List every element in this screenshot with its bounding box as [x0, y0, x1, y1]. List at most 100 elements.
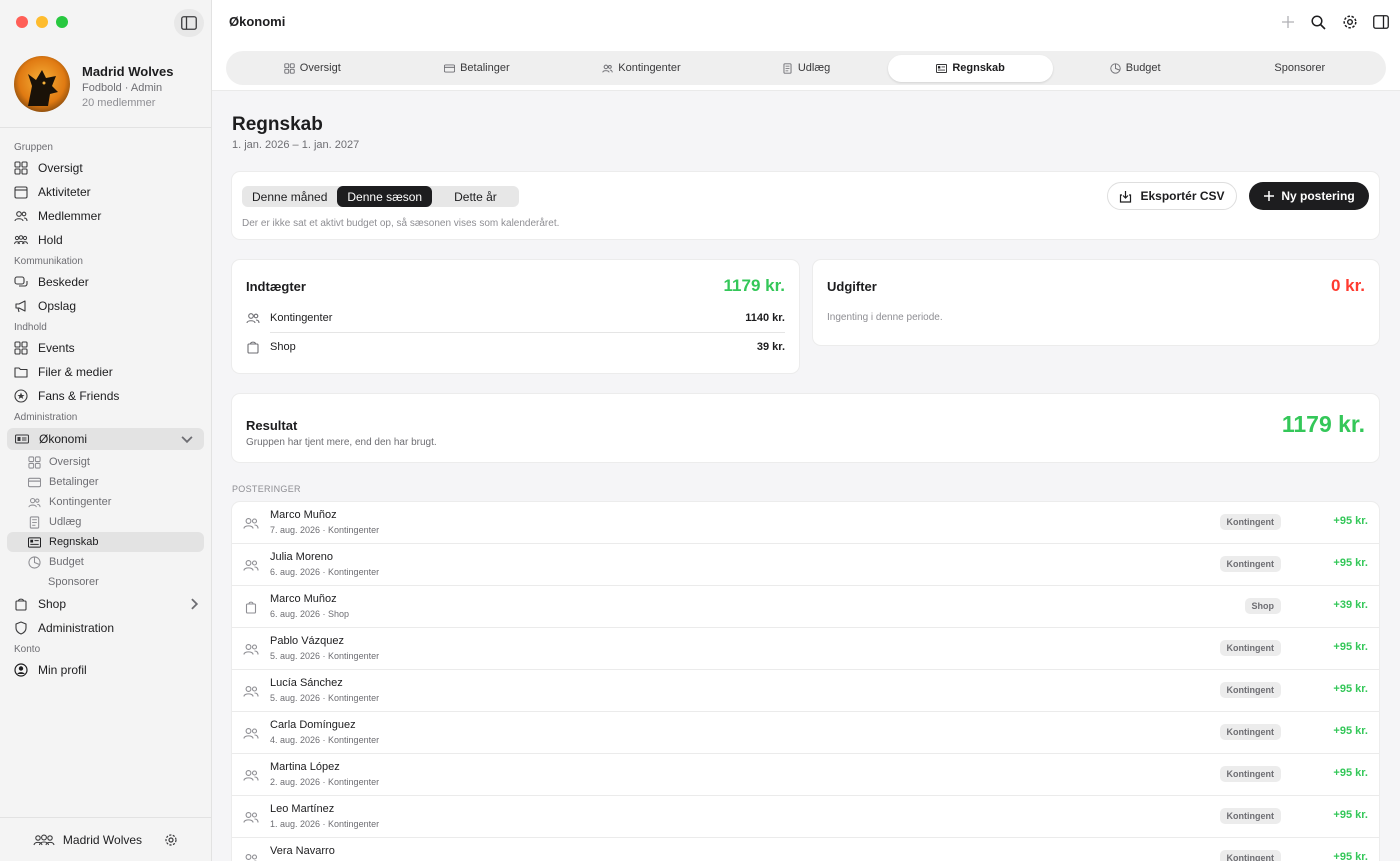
income-row[interactable]: Shop 39 kr.	[246, 333, 785, 361]
tab-bar: Oversigt Betalinger Kontingenter Udlæg R…	[226, 51, 1386, 85]
chevron-down-icon	[181, 436, 193, 444]
sidebar-toggle-button[interactable]	[174, 9, 204, 37]
sub-item-label: Budget	[49, 556, 84, 568]
bag-icon	[15, 598, 27, 611]
sidebar-item-administration[interactable]: Administration	[0, 616, 211, 640]
period-selector: Denne måned Denne sæson Dette år	[242, 186, 519, 207]
posting-name: Marco Muñoz	[270, 593, 337, 605]
zoom-window-button[interactable]	[56, 16, 68, 28]
sidebar-item-shop[interactable]: Shop	[0, 592, 211, 616]
tab-kontingenter[interactable]: Kontingenter	[559, 55, 724, 82]
sidebar-item-minprofil[interactable]: Min profil	[0, 658, 211, 682]
export-csv-button[interactable]: Eksportér CSV	[1107, 182, 1237, 210]
sub-item-betalinger[interactable]: Betalinger	[0, 472, 211, 492]
plus-icon	[1264, 191, 1275, 201]
sidebar-item-filer[interactable]: Filer & medier	[0, 360, 211, 384]
posting-row[interactable]: Leo Martínez 1. aug. 2026 · Kontingenter K…	[232, 796, 1379, 838]
people-icon	[243, 686, 259, 697]
sidebar-item-events[interactable]: Events	[0, 336, 211, 360]
people-icon	[14, 211, 28, 222]
sidebar-item-okonomi[interactable]: Økonomi	[7, 428, 204, 450]
calendar-icon	[14, 186, 28, 199]
gear-icon[interactable]	[164, 833, 178, 847]
team-avatar	[14, 56, 70, 112]
footer-team-name[interactable]: Madrid Wolves	[63, 833, 142, 847]
posting-amount: +39 kr.	[1333, 599, 1368, 611]
toolbar-actions	[1272, 8, 1396, 36]
person-circle-icon	[14, 663, 28, 677]
posting-row[interactable]: Martina López 2. aug. 2026 · Kontingenter…	[232, 754, 1379, 796]
sidebar-item-label: Min profil	[38, 663, 87, 677]
posting-row[interactable]: Carla Domínguez 4. aug. 2026 · Kontingent…	[232, 712, 1379, 754]
posting-row[interactable]: Vera Navarro Kontingent +95 kr.	[232, 838, 1379, 861]
sub-item-kontingenter[interactable]: Kontingenter	[0, 492, 211, 512]
add-button[interactable]	[1272, 8, 1303, 36]
posting-row[interactable]: Julia Moreno 6. aug. 2026 · Kontingenter K…	[232, 544, 1379, 586]
team-profile[interactable]: Madrid Wolves Fodbold · Admin 20 medlemm…	[14, 56, 174, 112]
sidebar-item-hold[interactable]: Hold	[0, 228, 211, 252]
people-icon	[243, 560, 259, 571]
tab-oversigt[interactable]: Oversigt	[230, 55, 395, 82]
tab-betalinger[interactable]: Betalinger	[395, 55, 560, 82]
content: Regnskab 1. jan. 2026 – 1. jan. 2027 Den…	[212, 92, 1400, 861]
sidebar-item-opslag[interactable]: Opslag	[0, 294, 211, 318]
sidebar-item-label: Filer & medier	[38, 365, 113, 379]
credit-card-icon	[28, 477, 41, 487]
inspector-toggle-button[interactable]	[1365, 8, 1396, 36]
sub-item-budget[interactable]: Budget	[0, 552, 211, 572]
sub-item-sponsorer[interactable]: Sponsorer	[0, 572, 211, 592]
sidebar-item-fans[interactable]: Fans & Friends	[0, 384, 211, 408]
tab-label: Udlæg	[797, 62, 831, 74]
posting-row[interactable]: Marco Muñoz 6. aug. 2026 · Shop Shop +39 kr…	[232, 586, 1379, 628]
sidebar-item-label: Beskeder	[38, 275, 89, 289]
period-option-month[interactable]: Denne måned	[242, 186, 337, 207]
income-row[interactable]: Kontingenter 1140 kr.	[246, 304, 785, 332]
income-row-value: 39 kr.	[756, 341, 785, 353]
new-entry-button[interactable]: Ny postering	[1249, 182, 1369, 210]
sidebar-item-beskeder[interactable]: Beskeder	[0, 270, 211, 294]
minimize-window-button[interactable]	[36, 16, 48, 28]
sidebar-item-medlemmer[interactable]: Medlemmer	[0, 204, 211, 228]
sidebar-item-label: Shop	[38, 597, 67, 611]
sub-item-udlaeg[interactable]: Udlæg	[0, 512, 211, 532]
posting-amount: +95 kr.	[1333, 683, 1368, 695]
people-icon	[245, 854, 258, 861]
tab-label: Kontingenter	[618, 62, 681, 74]
chat-bubbles-icon	[14, 276, 28, 287]
search-button[interactable]	[1303, 8, 1334, 36]
sidebar-item-label: Hold	[38, 233, 63, 247]
tab-udlaeg[interactable]: Udlæg	[724, 55, 889, 82]
sub-item-regnskab[interactable]: Regnskab	[7, 532, 204, 552]
posting-amount: +95 kr.	[1333, 725, 1368, 737]
people-icon	[602, 64, 613, 73]
sidebar-item-aktiviteter[interactable]: Aktiviteter	[0, 180, 211, 204]
period-option-season[interactable]: Denne sæson	[337, 186, 433, 207]
sidebar-item-oversigt[interactable]: Oversigt	[0, 156, 211, 180]
titlebar: Økonomi	[212, 0, 1400, 46]
posting-name: Leo Martínez	[270, 803, 335, 815]
sub-item-label: Betalinger	[49, 476, 99, 488]
sub-item-oversigt[interactable]: Oversigt	[0, 452, 211, 472]
team-member-count: 20 medlemmer	[82, 97, 156, 109]
posting-row[interactable]: Lucía Sánchez 5. aug. 2026 · Kontingenter…	[232, 670, 1379, 712]
wolf-logo-icon	[28, 70, 58, 106]
settings-button[interactable]	[1334, 8, 1365, 36]
tab-budget[interactable]: Budget	[1053, 55, 1218, 82]
sidebar-icon	[181, 16, 197, 30]
people-icon	[243, 644, 259, 655]
sub-item-label: Regnskab	[49, 536, 99, 548]
sidebar: Madrid Wolves Fodbold · Admin 20 medlemm…	[0, 0, 212, 861]
posting-row[interactable]: Pablo Vázquez 5. aug. 2026 · Kontingenter…	[232, 628, 1379, 670]
sub-item-label: Udlæg	[49, 516, 82, 528]
plus-icon	[1281, 16, 1294, 28]
people-icon	[243, 812, 259, 823]
close-window-button[interactable]	[16, 16, 28, 28]
tab-regnskab[interactable]: Regnskab	[888, 54, 1053, 82]
posting-row[interactable]: Marco Muñoz 7. aug. 2026 · Kontingenter Ko…	[232, 502, 1379, 544]
section-label-indhold: Indhold	[14, 322, 47, 333]
window-title: Økonomi	[229, 14, 286, 29]
expense-empty-text: Ingenting i denne periode.	[827, 312, 943, 323]
team-subtitle: Fodbold · Admin	[82, 82, 163, 94]
period-option-year[interactable]: Dette år	[432, 186, 519, 207]
tab-sponsorer[interactable]: Sponsorer	[1217, 55, 1382, 82]
